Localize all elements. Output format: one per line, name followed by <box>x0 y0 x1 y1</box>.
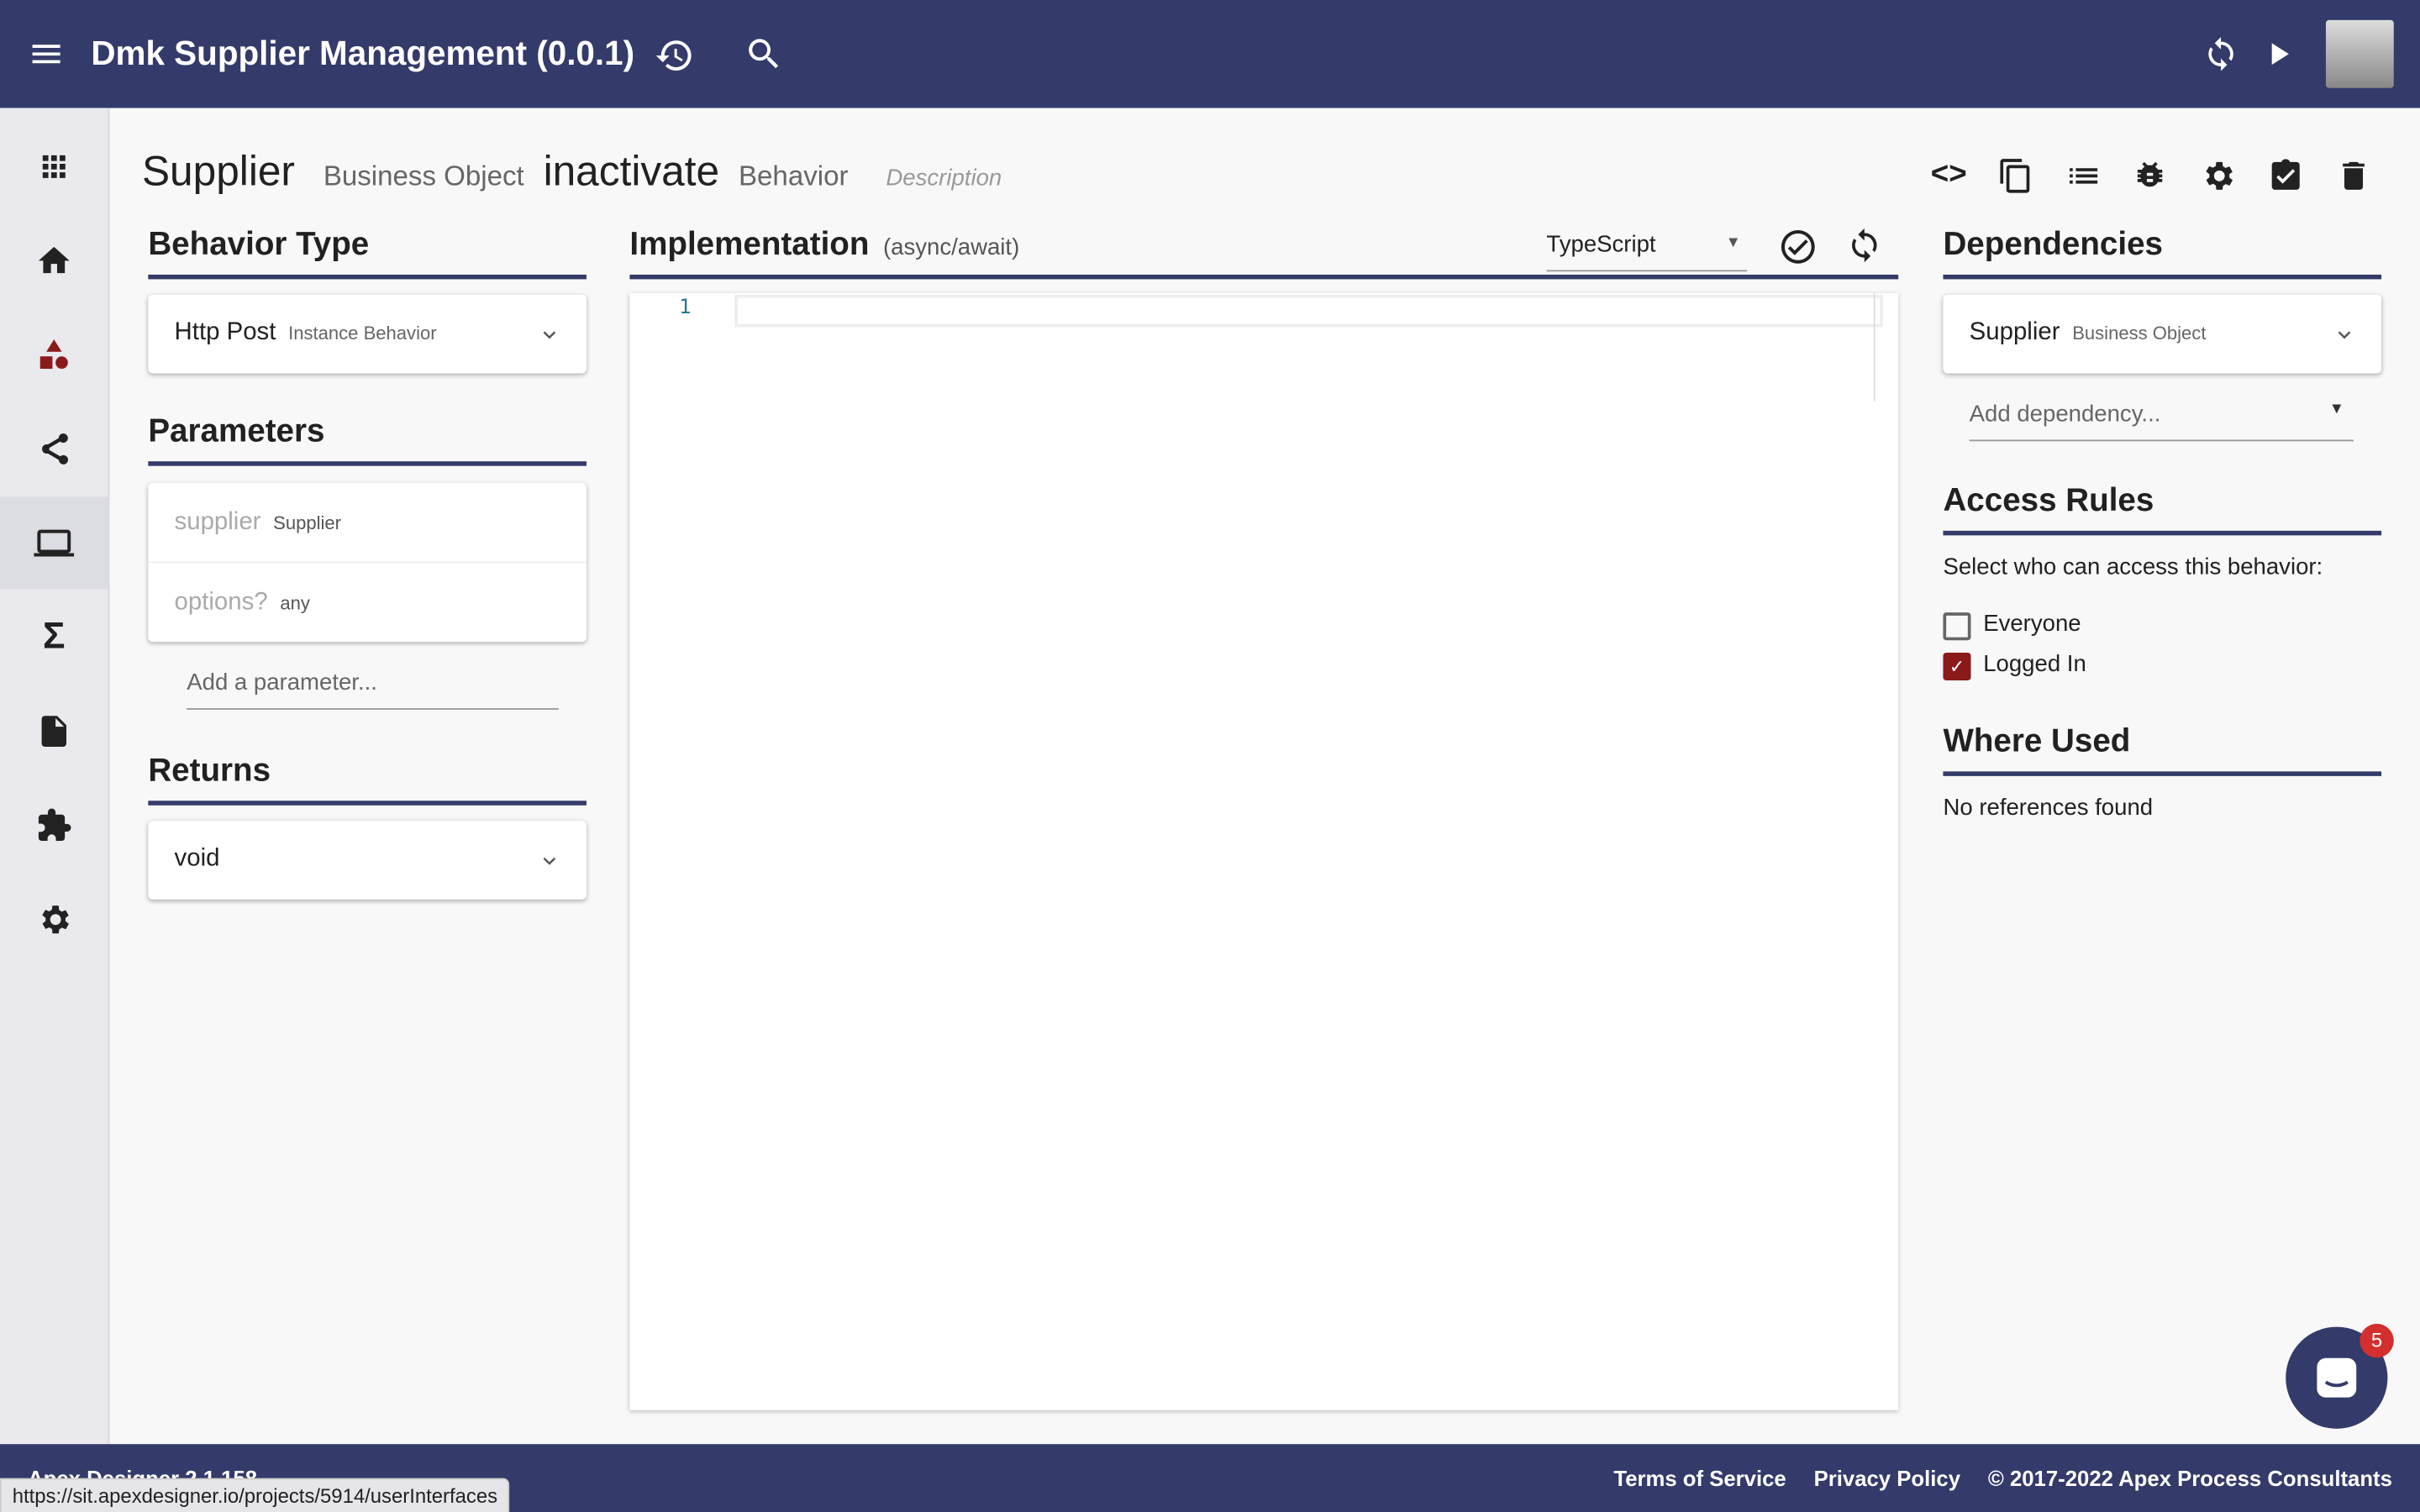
copyright: © 2017-2022 Apex Process Consultants <box>1987 1465 2392 1491</box>
refresh-icon[interactable] <box>1846 227 1883 264</box>
sidebar: Σ <box>0 108 110 1445</box>
avatar[interactable] <box>2325 19 2394 88</box>
status-url-tooltip: https://sit.apexdesigner.io/projects/591… <box>0 1478 510 1512</box>
dropdown-arrow-icon: ▼ <box>1725 234 1741 252</box>
chevron-down-icon <box>537 323 561 355</box>
top-bar: Dmk Supplier Management (0.0.1) <box>0 0 2420 108</box>
file-icon <box>41 716 66 747</box>
sidebar-item-share[interactable] <box>0 402 108 495</box>
divider <box>148 801 587 806</box>
parameter-type: any <box>280 592 310 615</box>
access-prompt: Select who can access this behavior: <box>1943 554 2323 580</box>
description-field[interactable]: Description <box>886 165 1002 192</box>
divider <box>1943 530 2382 536</box>
play-icon[interactable] <box>2261 35 2298 72</box>
app-title: Dmk Supplier Management (0.0.1) <box>91 34 635 73</box>
add-parameter-input[interactable]: Add a parameter... <box>187 669 559 710</box>
sidebar-item-settings[interactable] <box>0 874 108 966</box>
parameter-name: options? <box>174 589 268 616</box>
current-line <box>734 294 1883 328</box>
chat-button[interactable]: 5 <box>2286 1323 2394 1429</box>
everyone-checkbox[interactable] <box>1943 612 1971 641</box>
divider <box>148 274 587 280</box>
divider <box>629 274 1899 280</box>
laptop-icon <box>34 529 75 557</box>
add-dependency-input[interactable]: Add dependency... ▼ <box>1969 401 2354 442</box>
parameters-heading: Parameters <box>148 413 325 449</box>
object-name[interactable]: Supplier <box>142 148 295 194</box>
implementation-sub: (async/await) <box>882 234 1020 261</box>
where-used-text: No references found <box>1943 794 2154 822</box>
parameters-list: supplier Supplier options? any <box>148 482 587 643</box>
sigma-icon[interactable]: Σ <box>0 591 108 683</box>
settings-icon[interactable] <box>2199 157 2236 194</box>
grid-icon <box>42 155 66 178</box>
logged-in-checkbox[interactable]: ✓ <box>1943 652 1971 681</box>
divider <box>1943 771 2382 776</box>
sidebar-item-home[interactable] <box>0 214 108 307</box>
add-dependency-placeholder: Add dependency... <box>1969 401 2161 428</box>
logged-in-label: Logged In <box>1983 651 2086 678</box>
share-icon <box>42 433 68 465</box>
gear-icon <box>42 906 69 934</box>
parameter-type: Supplier <box>273 512 342 534</box>
divider <box>148 461 587 466</box>
privacy-link[interactable]: Privacy Policy <box>1814 1466 1960 1490</box>
menu-icon[interactable] <box>28 35 65 72</box>
chat-badge: 5 <box>2360 1323 2394 1358</box>
delete-icon[interactable] <box>2335 157 2372 194</box>
copy-icon[interactable] <box>1997 157 2034 194</box>
chat-icon <box>2317 1357 2357 1398</box>
refresh-icon[interactable] <box>2202 35 2239 72</box>
sidebar-item-apps[interactable] <box>0 120 108 213</box>
behavior-type-value: Http Post <box>174 319 276 346</box>
divider <box>1943 274 2382 280</box>
behavior-type-heading: Behavior Type <box>148 227 370 263</box>
behavior-type-label: Behavior <box>738 160 849 192</box>
access-rules-heading: Access Rules <box>1943 482 2154 519</box>
where-used-heading: Where Used <box>1943 723 2131 759</box>
line-number: 1 <box>679 296 692 320</box>
sidebar-item-extensions[interactable] <box>0 780 108 872</box>
behavior-type-select[interactable]: Http Post Instance Behavior <box>148 294 587 374</box>
dependency-type: Business Object <box>2072 322 2207 344</box>
clipboard-check-icon[interactable] <box>2267 157 2304 194</box>
everyone-label: Everyone <box>1983 611 2081 638</box>
search-icon[interactable] <box>744 34 784 74</box>
list-icon[interactable] <box>2065 157 2102 194</box>
list-item[interactable]: options? any <box>175 590 310 617</box>
terms-link[interactable]: Terms of Service <box>1613 1466 1786 1490</box>
language-value: TypeScript <box>1546 231 1656 258</box>
page-header: Supplier Business Object inactivate Beha… <box>142 148 1002 196</box>
returns-select[interactable]: void <box>148 821 587 900</box>
list-item[interactable]: supplier Supplier <box>175 509 341 537</box>
object-type: Business Object <box>323 160 524 192</box>
code-icon[interactable]: <> <box>1931 157 1967 192</box>
behavior-type-sub: Instance Behavior <box>288 322 437 344</box>
language-select[interactable]: TypeScript ▼ <box>1546 231 1748 272</box>
shapes-icon <box>39 339 68 369</box>
history-icon[interactable] <box>655 35 695 76</box>
sidebar-item-documents[interactable] <box>0 685 108 778</box>
implementation-heading: Implementation <box>629 227 870 263</box>
check-circle-icon[interactable] <box>1778 227 1818 267</box>
puzzle-icon <box>38 808 71 842</box>
code-editor[interactable]: 1 <box>629 292 1899 1410</box>
parameter-name: supplier <box>174 509 261 536</box>
sidebar-item-user-interfaces[interactable] <box>0 496 108 590</box>
dependencies-heading: Dependencies <box>1943 227 2163 263</box>
chevron-down-icon <box>537 848 561 881</box>
bug-icon[interactable] <box>2132 157 2169 194</box>
returns-value: void <box>174 845 220 872</box>
scrollbar[interactable] <box>1873 292 1876 402</box>
dependency-item[interactable]: Supplier Business Object <box>1943 294 2382 374</box>
sidebar-item-business-objects[interactable] <box>0 308 108 401</box>
dependency-name: Supplier <box>1969 319 2060 346</box>
returns-heading: Returns <box>148 753 271 789</box>
home-icon <box>38 246 70 274</box>
behavior-name[interactable]: inactivate <box>544 148 720 194</box>
chevron-down-icon <box>2332 323 2356 355</box>
dropdown-arrow-icon: ▼ <box>2328 401 2345 418</box>
